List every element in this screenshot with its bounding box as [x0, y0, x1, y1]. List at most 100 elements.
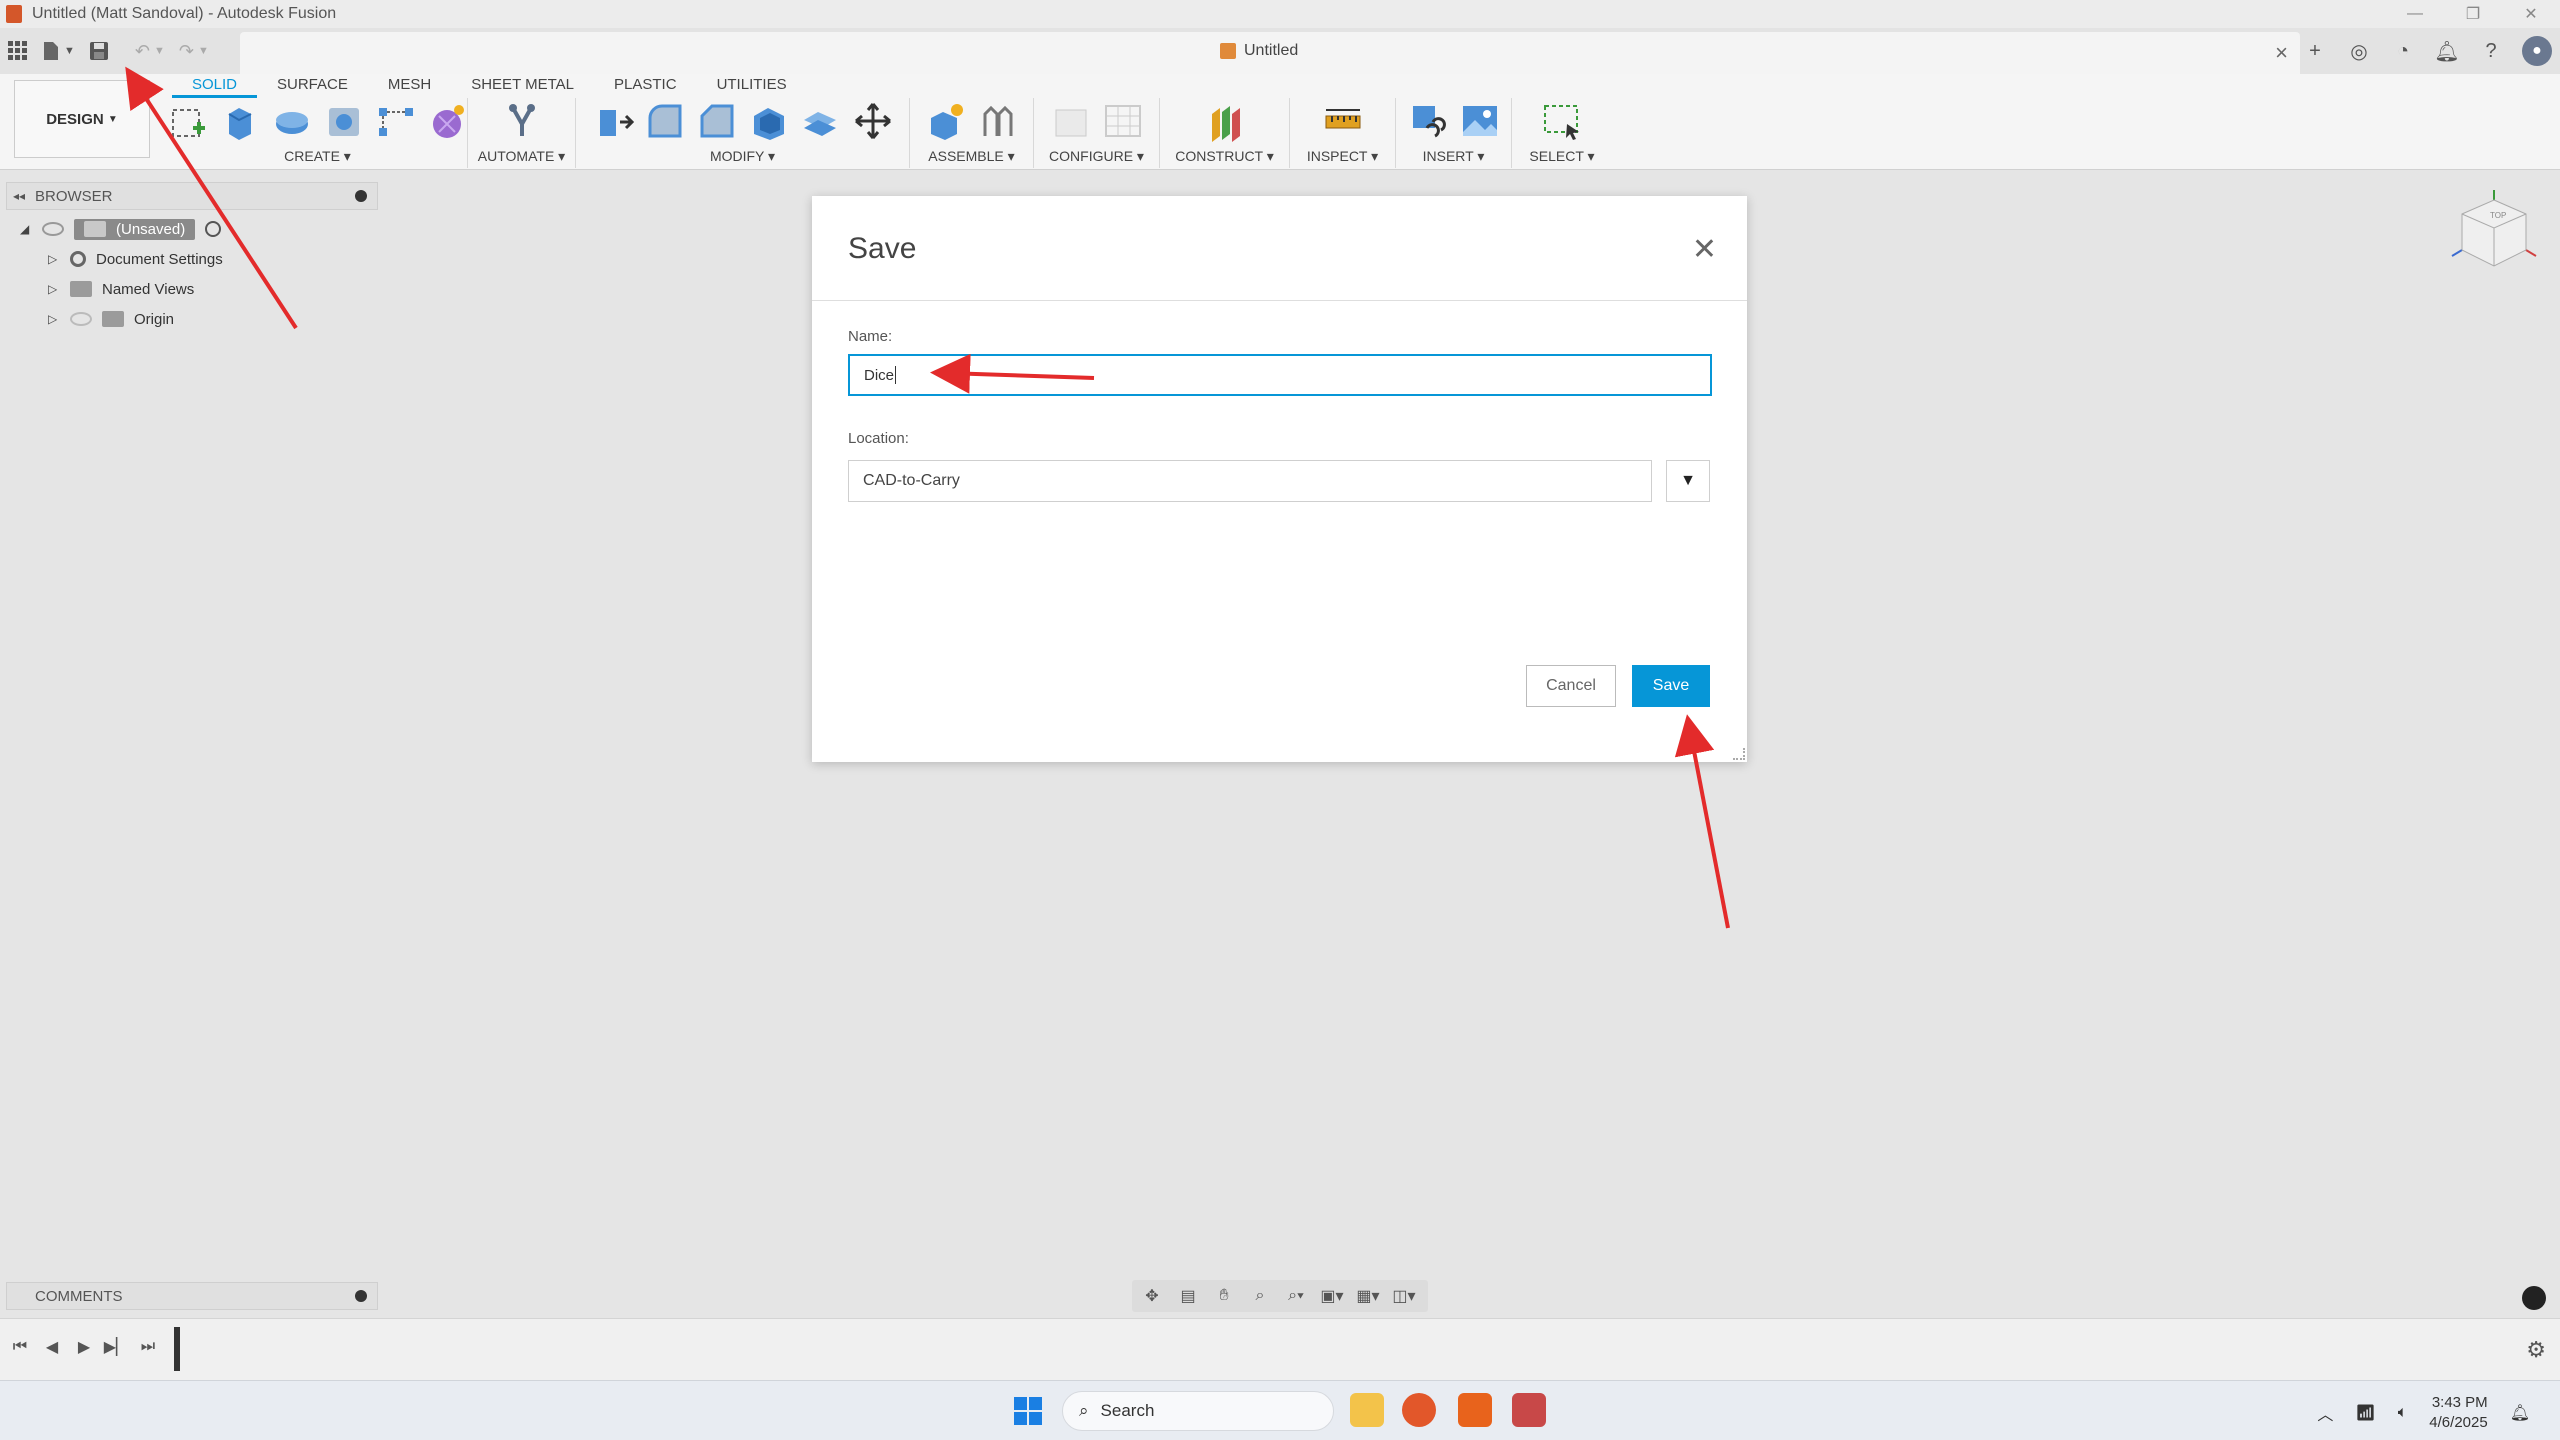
group-label-inspect[interactable]: INSPECT: [1307, 148, 1367, 164]
combine-icon[interactable]: [800, 100, 842, 142]
insert-derive-icon[interactable]: [1407, 100, 1449, 142]
firefox-icon[interactable]: [1402, 1393, 1436, 1427]
expand-triangle-icon[interactable]: ▷: [48, 312, 60, 326]
offset-plane-icon[interactable]: [1204, 100, 1246, 142]
data-panel-grid-icon[interactable]: [8, 41, 28, 61]
step-forward-icon[interactable]: ▶▏: [104, 1337, 129, 1357]
volume-icon[interactable]: 🔈︎: [2398, 1404, 2408, 1422]
zoom-icon[interactable]: ⌕: [1246, 1284, 1274, 1308]
joint-icon[interactable]: [977, 100, 1019, 142]
browser-panel-header[interactable]: ◂◂ BROWSER: [6, 182, 378, 210]
clock[interactable]: 3:43 PM 4/6/2025: [2429, 1393, 2487, 1433]
comments-panel-header[interactable]: COMMENTS: [6, 1282, 378, 1310]
group-label-insert[interactable]: INSERT: [1423, 148, 1474, 164]
group-label-assemble[interactable]: ASSEMBLE: [928, 148, 1003, 164]
timeline-settings-gear-icon[interactable]: ⚙: [2526, 1337, 2546, 1363]
expand-triangle-icon[interactable]: ▷: [48, 252, 60, 266]
tab-mesh[interactable]: MESH: [368, 74, 451, 98]
group-label-automate[interactable]: AUTOMATE: [478, 148, 555, 164]
workspace-switcher[interactable]: DESIGN ▼: [14, 80, 150, 158]
wifi-icon[interactable]: 📶︎: [2355, 1403, 2375, 1423]
configure-table-icon[interactable]: [1050, 100, 1092, 142]
file-explorer-icon[interactable]: [1350, 1393, 1384, 1427]
cancel-button[interactable]: Cancel: [1526, 665, 1616, 707]
job-status-icon[interactable]: ◔: [2390, 38, 2416, 64]
grid-settings-icon[interactable]: ▦▾: [1354, 1284, 1382, 1308]
save-icon[interactable]: [89, 41, 109, 61]
group-label-configure[interactable]: CONFIGURE: [1049, 148, 1133, 164]
extrude-icon[interactable]: [219, 100, 261, 142]
notification-center-icon[interactable]: 🔔︎: [2510, 1403, 2530, 1423]
close-tab-icon[interactable]: ×: [2275, 40, 2288, 66]
press-pull-icon[interactable]: [592, 100, 634, 142]
group-label-create[interactable]: CREATE: [284, 148, 340, 164]
tab-surface[interactable]: SURFACE: [257, 74, 368, 98]
timeline-marker[interactable]: [174, 1327, 180, 1371]
resize-handle-icon[interactable]: [1733, 748, 1745, 760]
tree-row-root[interactable]: ◢ (Unsaved): [20, 214, 223, 244]
display-settings-icon[interactable]: ▣▾: [1318, 1284, 1346, 1308]
minimize-button[interactable]: —: [2386, 0, 2444, 28]
go-to-start-icon[interactable]: ⏮︎: [10, 1337, 30, 1357]
start-windows-icon[interactable]: [1014, 1397, 1042, 1425]
taskbar-search[interactable]: ⌕ Search: [1062, 1391, 1334, 1431]
hole-icon[interactable]: [323, 100, 365, 142]
select-window-icon[interactable]: [1541, 100, 1583, 142]
add-comment-icon[interactable]: [355, 1290, 367, 1302]
tree-row-named-views[interactable]: ▷ Named Views: [20, 274, 223, 304]
collapse-panel-icon[interactable]: ◂◂: [13, 189, 35, 203]
user-avatar[interactable]: ●: [2522, 36, 2552, 66]
create-form-icon[interactable]: [427, 100, 469, 142]
step-back-icon[interactable]: ◀: [42, 1337, 62, 1357]
tab-solid[interactable]: SOLID: [172, 74, 258, 98]
tree-row-origin[interactable]: ▷ Origin: [20, 304, 223, 334]
notifications-bell-icon[interactable]: 🔔︎: [2434, 38, 2460, 64]
close-window-button[interactable]: ✕: [2502, 0, 2560, 28]
restore-button[interactable]: ❐: [2444, 0, 2502, 28]
help-icon[interactable]: ?: [2478, 38, 2504, 64]
save-button[interactable]: Save: [1632, 665, 1710, 707]
root-component[interactable]: (Unsaved): [74, 218, 196, 240]
zoom-window-icon[interactable]: ⌕▾: [1282, 1284, 1310, 1308]
feedback-bubble-icon[interactable]: [2522, 1286, 2546, 1310]
pan-hand-icon[interactable]: ✋︎: [1210, 1284, 1238, 1308]
location-dropdown-button[interactable]: ▼: [1666, 460, 1710, 502]
expand-triangle-icon[interactable]: ▷: [48, 282, 60, 296]
fusion-taskbar-icon[interactable]: [1458, 1393, 1492, 1427]
close-icon[interactable]: ✕: [1692, 232, 1717, 267]
group-label-construct[interactable]: CONSTRUCT: [1175, 148, 1263, 164]
visibility-eye-icon[interactable]: [42, 222, 64, 236]
fillet-icon[interactable]: [644, 100, 686, 142]
tree-row-document-settings[interactable]: ▷ Document Settings: [20, 244, 223, 274]
undo-icon[interactable]: ↶ ▼: [135, 41, 165, 62]
hidden-eye-icon[interactable]: [70, 312, 92, 326]
orbit-icon[interactable]: ✥: [1138, 1284, 1166, 1308]
extensions-icon[interactable]: ◎: [2346, 38, 2372, 64]
chamfer-icon[interactable]: [696, 100, 738, 142]
play-icon[interactable]: ▶: [74, 1337, 94, 1357]
activate-radio-icon[interactable]: [205, 221, 222, 237]
new-component-icon[interactable]: [925, 100, 967, 142]
tray-chevron-up-icon[interactable]: ︿: [2317, 1401, 2333, 1425]
document-tab[interactable]: Untitled ×: [240, 32, 2300, 74]
tab-plastic[interactable]: PLASTIC: [594, 74, 697, 98]
insert-canvas-icon[interactable]: [1459, 100, 1501, 142]
snipping-tool-icon[interactable]: [1512, 1393, 1546, 1427]
view-cube[interactable]: TOP: [2446, 186, 2542, 282]
revolve-icon[interactable]: [271, 100, 313, 142]
tab-utilities[interactable]: UTILITIES: [697, 74, 807, 98]
measure-icon[interactable]: [1322, 100, 1364, 142]
viewports-icon[interactable]: ◫▾: [1390, 1284, 1418, 1308]
name-input[interactable]: Dice: [848, 354, 1712, 396]
new-tab-icon[interactable]: +: [2302, 38, 2328, 64]
move-icon[interactable]: [852, 100, 894, 142]
tab-sheet-metal[interactable]: SHEET METAL: [451, 74, 594, 98]
browser-minimize-icon[interactable]: [355, 190, 367, 202]
redo-icon[interactable]: ↷ ▼: [179, 41, 209, 62]
configure-grid-icon[interactable]: [1102, 100, 1144, 142]
file-menu-icon[interactable]: ▼: [42, 41, 75, 61]
collapse-triangle-icon[interactable]: ◢: [20, 222, 32, 236]
group-label-select[interactable]: SELECT: [1529, 148, 1583, 164]
location-select[interactable]: CAD-to-Carry: [848, 460, 1652, 502]
pattern-icon[interactable]: [375, 100, 417, 142]
